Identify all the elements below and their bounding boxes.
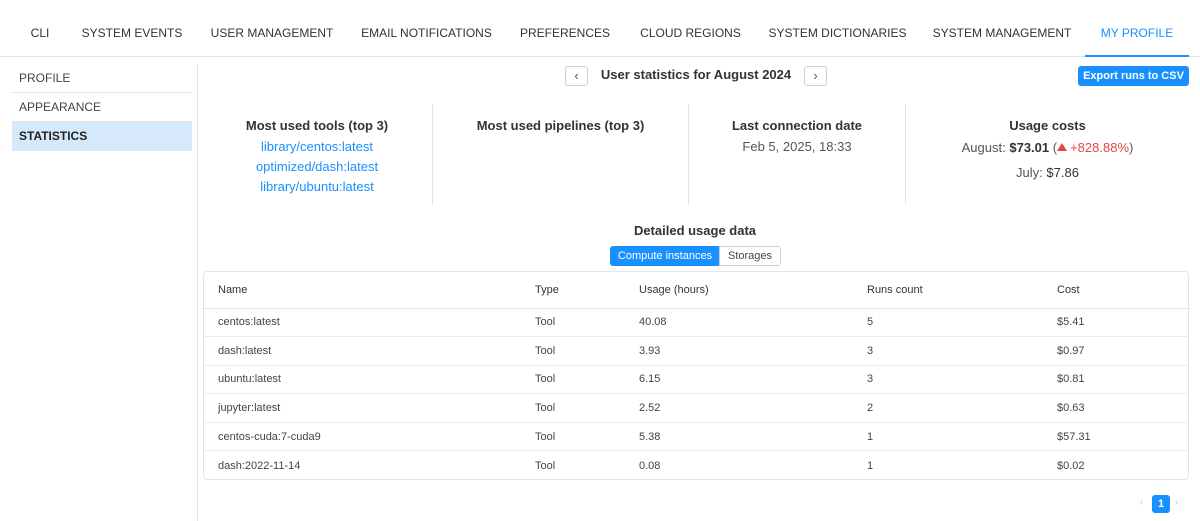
cell-name: jupyter:latest [204,393,535,423]
sidebar-item-profile[interactable]: PROFILE [12,64,192,93]
column-header-name[interactable]: Name [204,272,535,309]
chevron-right-icon: › [813,68,818,83]
previous-cost-row: July: $7.86 [906,165,1189,180]
cell-type: Tool [535,422,639,452]
cell-cost: $0.02 [1057,459,1085,472]
cell-runs: 3 [867,365,1057,395]
cell-name: dash:2022-11-14 [218,459,301,472]
cell-name: centos-cuda:7-cuda9 [204,422,535,452]
pagination-prev-icon[interactable]: ‹ [1140,497,1143,508]
cell-type: Tool [535,393,639,423]
tab-cloud-regions[interactable]: CLOUD REGIONS [632,0,749,57]
cell-name: centos:latest [204,308,535,338]
cell-name: ubuntu:latest [204,365,535,395]
table-row[interactable]: dash:2022-11-14 Tool 0.08 1 $0.02 [204,451,1188,480]
cell-runs: 3 [867,336,1057,366]
tab-system-management[interactable]: SYSTEM MANAGEMENT [926,0,1078,57]
cell-cost: $0.81 [1057,365,1188,395]
most-used-pipelines-title: Most used pipelines (top 3) [476,118,645,133]
export-runs-csv-button[interactable]: Export runs to CSV [1078,66,1189,86]
cell-usage: 0.08 [639,459,661,472]
current-cost-label: August: [961,140,1006,155]
most-used-tools-panel: Most used tools (top 3) library/centos:l… [202,104,432,204]
cell-type: Tool [535,336,639,366]
cell-cost: $57.31 [1057,422,1188,452]
cell-type: Tool [535,459,556,472]
next-month-button[interactable]: › [804,66,827,86]
page-title: User statistics for August 2024 [600,67,792,82]
tab-system-events[interactable]: SYSTEM EVENTS [74,0,190,57]
triangle-up-icon [1057,143,1068,151]
cell-name: dash:latest [204,336,535,366]
column-header-cost[interactable]: Cost [1057,272,1188,309]
table-row[interactable]: centos:latest Tool 40.08 5 $5.41 [204,308,1188,338]
cell-usage: 6.15 [639,365,867,395]
current-cost-row: August: $73.01 (+828.88%) [906,140,1189,155]
current-cost-value: $73.01 [1009,140,1050,155]
detailed-usage-title: Detailed usage data [633,223,757,238]
table-row[interactable]: ubuntu:latest Tool 6.15 3 $0.81 [204,365,1188,395]
cell-type: Tool [535,308,639,338]
tab-user-management[interactable]: USER MANAGEMENT [204,0,340,57]
column-header-runs[interactable]: Runs count [867,272,1057,309]
last-connection-title: Last connection date [731,118,863,133]
previous-cost-label: July: [1016,165,1043,180]
column-header-type[interactable]: Type [535,272,639,309]
tool-link[interactable]: optimized/dash:latest [202,157,432,177]
previous-cost-value: $7.86 [1046,165,1079,180]
tool-link[interactable]: library/centos:latest [202,137,432,157]
most-used-tools-list: library/centos:latest optimized/dash:lat… [202,137,432,197]
most-used-pipelines-panel: Most used pipelines (top 3) [433,104,688,204]
cell-runs: 5 [867,308,1057,338]
segment-storages[interactable]: Storages [719,246,781,266]
cost-trend-value: +828.88% [1070,140,1130,155]
cell-runs: 1 [867,422,1057,452]
cell-runs: 1 [867,459,874,472]
tab-cli[interactable]: CLI [20,0,60,57]
tab-preferences[interactable]: PREFERENCES [512,0,618,57]
column-header-usage[interactable]: Usage (hours) [639,272,867,309]
last-connection-value: Feb 5, 2025, 18:33 [742,139,852,154]
tab-system-dictionaries[interactable]: SYSTEM DICTIONARIES [762,0,913,57]
table-header-row: Name Type Usage (hours) Runs count Cost [204,272,1188,309]
tab-my-profile[interactable]: MY PROFILE [1085,0,1189,57]
most-used-tools-title: Most used tools (top 3) [245,118,389,133]
sidebar-item-appearance[interactable]: APPEARANCE [12,93,192,122]
chevron-left-icon: ‹ [574,68,579,83]
cell-cost: $5.41 [1057,308,1188,338]
sidebar-item-statistics[interactable]: STATISTICS [12,122,192,151]
table-row[interactable]: jupyter:latest Tool 2.52 2 $0.63 [204,393,1188,423]
cell-cost: $0.97 [1057,336,1188,366]
pagination-next-icon[interactable]: › [1175,497,1178,508]
cell-usage: 40.08 [639,308,867,338]
usage-table: Name Type Usage (hours) Runs count Cost … [203,271,1189,480]
usage-costs-title: Usage costs [1009,118,1086,133]
sidebar-divider [197,64,198,521]
pagination-page-1[interactable]: 1 [1152,495,1170,513]
cell-cost: $0.63 [1057,393,1188,423]
last-connection-panel: Last connection date Feb 5, 2025, 18:33 [689,104,905,204]
cell-runs: 2 [867,393,1057,423]
paren-close: ) [1129,140,1134,155]
cell-type: Tool [535,365,639,395]
usage-costs-panel: Usage costs August: $73.01 (+828.88%) Ju… [906,104,1189,204]
segment-compute-instances[interactable]: Compute instances [610,246,720,266]
previous-month-button[interactable]: ‹ [565,66,588,86]
table-row[interactable]: dash:latest Tool 3.93 3 $0.97 [204,336,1188,366]
table-row[interactable]: centos-cuda:7-cuda9 Tool 5.38 1 $57.31 [204,422,1188,452]
profile-sidebar: PROFILE APPEARANCE STATISTICS [12,64,192,151]
cell-usage: 5.38 [639,422,867,452]
tab-email-notifications[interactable]: EMAIL NOTIFICATIONS [354,0,499,57]
cell-usage: 2.52 [639,393,867,423]
tool-link[interactable]: library/ubuntu:latest [202,177,432,197]
top-tabs-bar: CLI SYSTEM EVENTS USER MANAGEMENT EMAIL … [0,0,1200,57]
cell-usage: 3.93 [639,336,867,366]
